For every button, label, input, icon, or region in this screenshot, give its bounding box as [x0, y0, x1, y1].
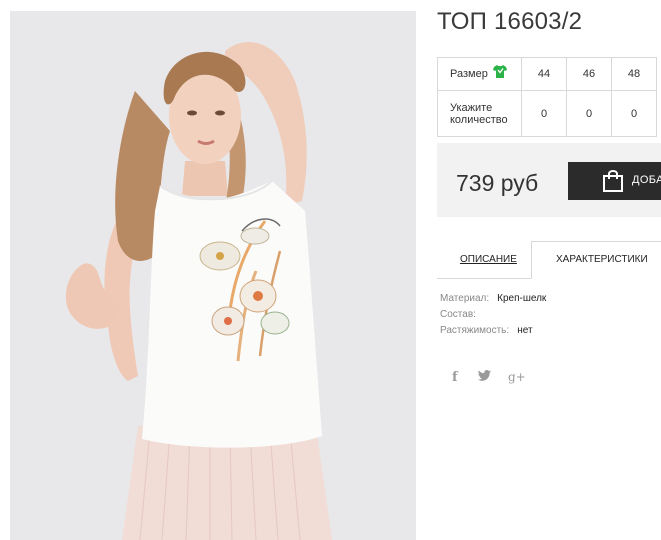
tab-description-label: ОПИСАНИЕ	[460, 254, 517, 265]
purchase-box: 739 руб ДОБА	[437, 143, 661, 217]
size-quantity-table: Размер 44 46 48 Укажите количество 0 0 0	[437, 57, 657, 137]
size-label: Размер	[450, 67, 488, 80]
price: 739 руб	[456, 170, 539, 196]
quantity-label-cell: Укажите количество	[437, 90, 522, 137]
spec-value: нет	[517, 325, 533, 336]
spec-row-composition: Состав:	[440, 309, 546, 325]
tab-description[interactable]: ОПИСАНИЕ	[437, 241, 531, 279]
tab-characteristics[interactable]: ХАРАКТЕРИСТИКИ	[531, 241, 661, 279]
spec-key: Материал:	[440, 293, 490, 304]
facebook-icon[interactable]: f	[452, 370, 458, 385]
spec-row-material: Материал: Креп-шелк	[440, 293, 546, 309]
product-photo[interactable]	[10, 11, 416, 540]
twitter-icon[interactable]	[478, 370, 491, 384]
size-label-cell: Размер	[437, 57, 522, 91]
size-option-44[interactable]: 44	[521, 57, 567, 91]
shopping-bag-icon	[602, 169, 624, 198]
quantity-input-46[interactable]: 0	[566, 90, 612, 137]
add-to-cart-label: ДОБА	[632, 174, 661, 186]
product-title: ТОП 16603/2	[437, 8, 583, 35]
spec-value: Креп-шелк	[497, 293, 547, 304]
size-option-48[interactable]: 48	[611, 57, 657, 91]
add-to-cart-button[interactable]: ДОБА	[568, 162, 661, 200]
quantity-input-48[interactable]: 0	[611, 90, 657, 137]
spec-key: Растяжимость:	[440, 325, 510, 336]
spec-row-stretch: Растяжимость: нет	[440, 325, 546, 341]
quantity-input-44[interactable]: 0	[521, 90, 567, 137]
size-option-46[interactable]: 46	[566, 57, 612, 91]
google-plus-icon[interactable]: g+	[508, 370, 526, 384]
spec-key: Состав:	[440, 309, 476, 320]
quantity-label-line1: Укажите	[450, 101, 493, 114]
characteristics-list: Материал: Креп-шелк Состав: Растяжимость:…	[440, 293, 546, 341]
product-tabs: ОПИСАНИЕ ХАРАКТЕРИСТИКИ	[437, 241, 661, 279]
model-illustration	[10, 11, 416, 540]
quantity-label-line2: количество	[450, 113, 508, 126]
tab-characteristics-label: ХАРАКТЕРИСТИКИ	[556, 254, 648, 265]
tshirt-icon[interactable]	[492, 65, 507, 81]
